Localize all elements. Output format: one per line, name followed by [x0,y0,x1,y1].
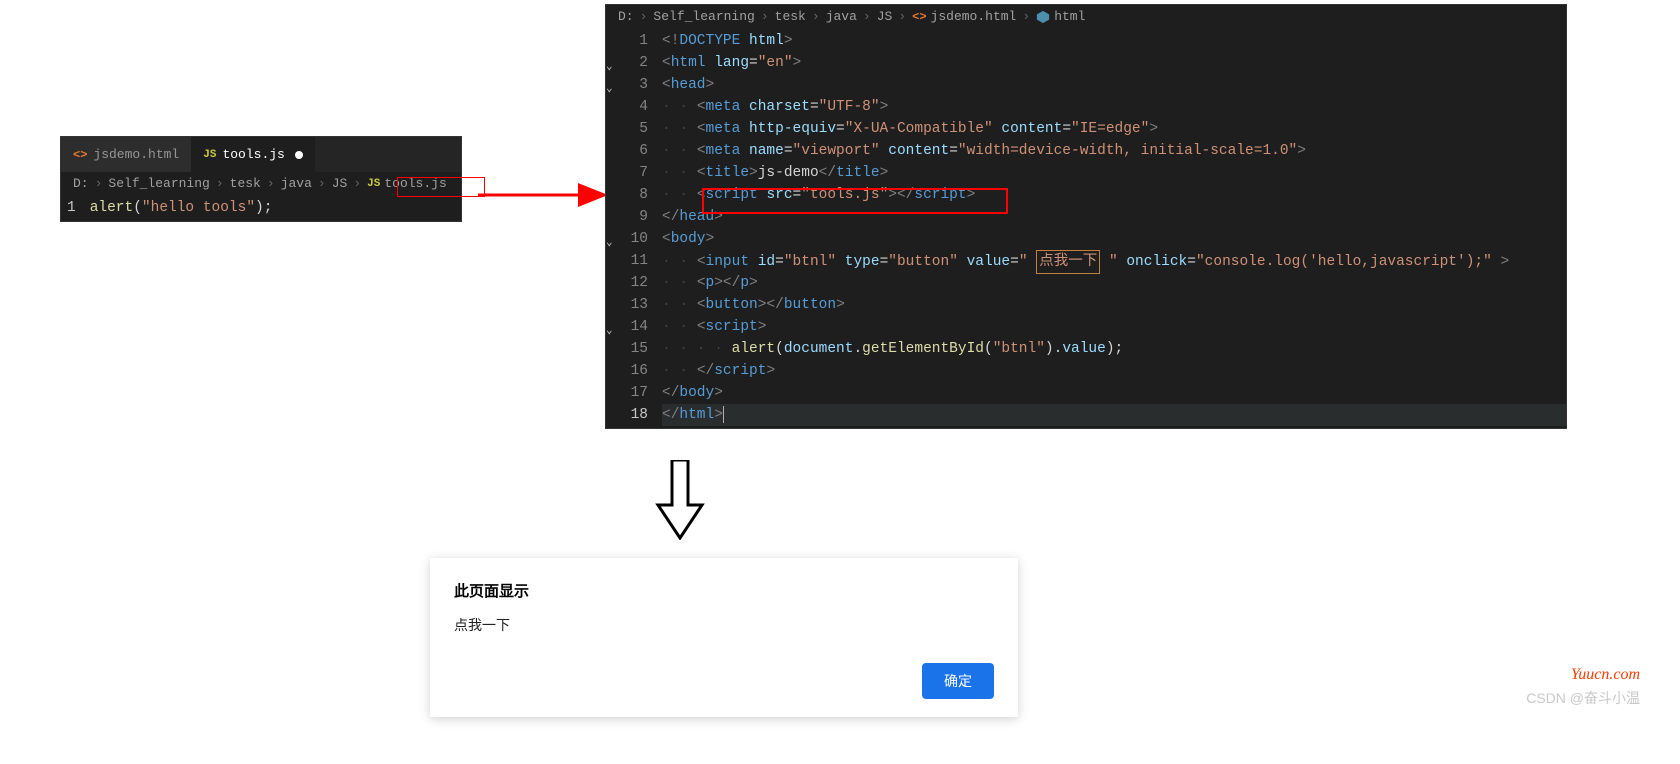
code-line[interactable]: </head> [662,206,1566,228]
left-editor: <> jsdemo.html JS tools.js D:› Self_lear… [60,136,462,222]
line-number: ⌄14 [612,316,648,338]
line-number: 6 [612,140,648,162]
line-number: 1 [612,30,648,52]
line-number: ⌄10 [612,228,648,250]
line-number: ⌄2 [612,52,648,74]
unsaved-dot-icon [295,151,303,159]
right-editor: D:› Self_learning› tesk› java› JS› <> js… [605,4,1567,429]
line-number: 13 [612,294,648,316]
code-line[interactable]: <body> [662,228,1566,250]
breadcrumb[interactable]: D:› Self_learning› tesk› java› JS› <> js… [606,5,1566,28]
crumb[interactable]: java [826,9,857,24]
code-lines[interactable]: alert("hello tools"); [90,195,461,221]
crumb[interactable]: JS [332,176,348,191]
symbol-icon [1036,10,1050,24]
ok-button[interactable]: 确定 [922,663,994,699]
crumb-symbol[interactable]: html [1036,9,1085,24]
code-line[interactable]: </html> [662,404,1566,426]
crumb[interactable]: D: [618,9,634,24]
dialog-message: 点我一下 [454,615,994,635]
line-number: ⌄3 [612,74,648,96]
crumb[interactable]: java [281,176,312,191]
line-number: 4 [612,96,648,118]
cursor-icon [723,406,724,423]
crumb[interactable]: JS [877,9,893,24]
tab-bar: <> jsdemo.html JS tools.js [61,137,461,172]
code-area[interactable]: 1 alert("hello tools"); [61,195,461,221]
crumb-file[interactable]: <> jsdemo.html [912,9,1016,24]
tab-label: tools.js [222,147,284,162]
dialog-title: 此页面显示 [454,580,994,601]
down-arrow-icon [650,460,710,540]
code-line[interactable]: · · <p></p> [662,272,1566,294]
code-line[interactable]: <head> [662,74,1566,96]
code-line[interactable]: · · </script> [662,360,1566,382]
crumb[interactable]: tesk [230,176,261,191]
line-number: 17 [612,382,648,404]
line-number: 12 [612,272,648,294]
code-line[interactable]: · · <meta http-equiv="X-UA-Compatible" c… [662,118,1566,140]
code-area[interactable]: 1 ⌄2 ⌄3 4 5 6 7 8 9 ⌄10 11 12 13 ⌄14 15 … [606,28,1566,428]
tab-jsdemo[interactable]: <> jsdemo.html [61,137,191,172]
line-number: 8 [612,184,648,206]
code-line[interactable]: <html lang="en"> [662,52,1566,74]
line-number: 18 [612,404,648,426]
code-line[interactable]: · · <button></button> [662,294,1566,316]
code-line[interactable]: </body> [662,382,1566,404]
line-number: 11 [612,250,648,272]
crumb[interactable]: tesk [775,9,806,24]
gutter: 1 [61,195,90,221]
watermark-csdn: CSDN @奋斗小温 [1526,688,1640,708]
tab-toolsjs[interactable]: JS tools.js [191,137,315,172]
code-line[interactable]: · · <meta charset="UTF-8"> [662,96,1566,118]
crumb-file[interactable]: JS tools.js [367,176,447,191]
code-line[interactable]: · · <script> [662,316,1566,338]
code-line[interactable]: · · · · alert(document.getElementById("b… [662,338,1566,360]
watermark-yuucn: Yuucn.com [1571,666,1640,684]
code-line[interactable]: · · <script src="tools.js"></script> [662,184,1566,206]
code-lines[interactable]: <!DOCTYPE html> <html lang="en"> <head> … [662,28,1566,428]
alert-dialog: 此页面显示 点我一下 确定 [430,558,1018,717]
line-number: 5 [612,118,648,140]
html-icon: <> [73,148,87,162]
line-number: 16 [612,360,648,382]
line-number: 15 [612,338,648,360]
code-line[interactable]: alert("hello tools"); [90,197,461,219]
code-line[interactable]: <!DOCTYPE html> [662,30,1566,52]
crumb[interactable]: Self_learning [653,9,754,24]
tab-label: jsdemo.html [93,147,179,162]
crumb[interactable]: Self_learning [108,176,209,191]
crumb[interactable]: D: [73,176,89,191]
code-line[interactable]: · · <meta name="viewport" content="width… [662,140,1566,162]
html-icon: <> [912,10,926,24]
line-number: 9 [612,206,648,228]
line-number: 7 [612,162,648,184]
gutter: 1 ⌄2 ⌄3 4 5 6 7 8 9 ⌄10 11 12 13 ⌄14 15 … [606,28,662,428]
red-arrow-icon [478,175,608,215]
js-icon: JS [367,178,380,190]
code-line[interactable]: · · <title>js-demo</title> [662,162,1566,184]
js-icon: JS [203,149,216,161]
line-number: 1 [67,197,76,219]
code-line[interactable]: · · <input id="btnl" type="button" value… [662,250,1566,272]
breadcrumb[interactable]: D:› Self_learning› tesk› java› JS› JS to… [61,172,461,195]
